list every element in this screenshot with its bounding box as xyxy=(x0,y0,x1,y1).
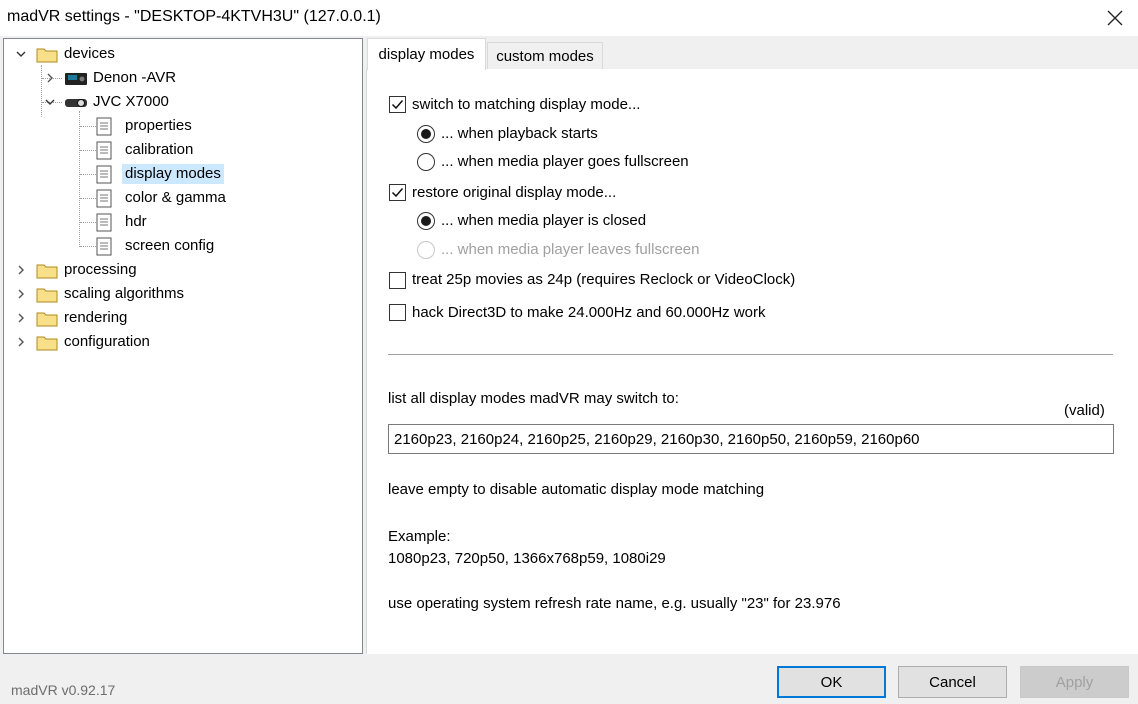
chevron-right-icon xyxy=(18,289,24,299)
modes-valid-indicator: (valid) xyxy=(1064,402,1105,419)
folder-icon xyxy=(36,310,58,327)
radio-dot xyxy=(421,129,431,139)
close-icon xyxy=(1107,10,1123,26)
page-icon xyxy=(96,141,112,160)
tree-label: scaling algorithms xyxy=(64,285,185,302)
modes-list-label: list all display modes madVR may switch … xyxy=(388,390,679,407)
treat-25p-checkbox[interactable] xyxy=(389,272,406,289)
avr-receiver-icon xyxy=(64,69,88,87)
chevron-right-icon xyxy=(47,73,53,83)
window-title: madVR settings - "DESKTOP-4KTVH3U" (127.… xyxy=(7,8,381,25)
tree-label: screen config xyxy=(125,237,215,254)
page-icon xyxy=(96,189,112,208)
page-icon xyxy=(96,237,112,256)
checkmark-icon xyxy=(391,100,404,110)
page-icon xyxy=(96,117,112,136)
tree-label: color & gamma xyxy=(125,189,226,206)
tree-item-screen-config[interactable]: screen config xyxy=(96,235,217,257)
expand-processing-toggle[interactable] xyxy=(15,264,27,276)
tree-item-calibration[interactable]: calibration xyxy=(96,139,196,161)
settings-tree[interactable]: devices Denon -AVR JVC X7000 properties … xyxy=(3,38,363,654)
tree-item-rendering[interactable]: rendering xyxy=(36,307,130,329)
refresh-rate-hint: use operating system refresh rate name, … xyxy=(388,595,841,612)
checkmark-icon xyxy=(391,188,404,198)
tree-label: Denon -AVR xyxy=(93,69,177,86)
expand-rendering-toggle[interactable] xyxy=(15,312,27,324)
chevron-down-icon xyxy=(45,99,55,105)
folder-icon xyxy=(36,262,58,279)
tree-item-jvc[interactable]: JVC X7000 xyxy=(64,91,172,113)
tree-label: JVC X7000 xyxy=(93,93,169,110)
chevron-down-icon xyxy=(16,51,26,57)
cancel-button[interactable]: Cancel xyxy=(898,666,1007,698)
folder-icon xyxy=(36,286,58,303)
when-fullscreen-radio[interactable] xyxy=(417,153,435,171)
switch-matching-checkbox[interactable] xyxy=(389,96,406,113)
tab-custom-modes[interactable]: custom modes xyxy=(487,42,603,70)
folder-icon xyxy=(36,46,58,63)
tree-item-hdr[interactable]: hdr xyxy=(96,211,150,233)
when-playback-starts-label: ... when playback starts xyxy=(441,125,598,142)
chevron-right-icon xyxy=(18,265,24,275)
tree-label: calibration xyxy=(125,141,194,158)
tree-label: devices xyxy=(64,45,115,62)
restore-original-checkbox[interactable] xyxy=(389,184,406,201)
tree-label: rendering xyxy=(64,309,128,326)
version-label: madVR v0.92.17 xyxy=(11,682,116,698)
restore-original-label: restore original display mode... xyxy=(412,184,617,201)
hack-d3d-checkbox[interactable] xyxy=(389,304,406,321)
tree-label: properties xyxy=(125,117,192,134)
tree-label: hdr xyxy=(125,213,147,230)
tree-item-devices[interactable]: devices xyxy=(36,43,118,65)
tree-label: display modes xyxy=(122,164,224,184)
tab-display-modes[interactable]: display modes xyxy=(367,38,486,70)
tree-item-color-gamma[interactable]: color & gamma xyxy=(96,187,229,209)
tree-item-processing[interactable]: processing xyxy=(36,259,140,281)
title-bar: madVR settings - "DESKTOP-4KTVH3U" (127.… xyxy=(0,0,1138,36)
page-icon xyxy=(96,213,112,232)
tree-item-scaling[interactable]: scaling algorithms xyxy=(36,283,187,305)
leave-empty-hint: leave empty to disable automatic display… xyxy=(388,481,765,498)
switch-matching-label: switch to matching display mode... xyxy=(412,96,641,113)
tree-label: configuration xyxy=(64,333,150,350)
projector-icon xyxy=(64,93,88,111)
expand-scaling-toggle[interactable] xyxy=(15,288,27,300)
when-playback-starts-radio[interactable] xyxy=(417,125,435,143)
tree-item-configuration[interactable]: configuration xyxy=(36,331,153,353)
tree-label: processing xyxy=(64,261,137,278)
when-fullscreen-label: ... when media player goes fullscreen xyxy=(441,153,689,170)
display-modes-input[interactable] xyxy=(388,424,1114,454)
tree-item-denon[interactable]: Denon -AVR xyxy=(64,67,179,89)
expand-devices-toggle[interactable] xyxy=(15,48,27,60)
radio-dot xyxy=(421,216,431,226)
page-icon xyxy=(96,165,112,184)
example-label: Example: xyxy=(388,528,451,545)
chevron-right-icon xyxy=(18,337,24,347)
expand-configuration-toggle[interactable] xyxy=(15,336,27,348)
when-leaves-fullscreen-label: ... when media player leaves fullscreen xyxy=(441,241,700,258)
close-button[interactable] xyxy=(1092,0,1138,36)
tree-item-display-modes[interactable]: display modes xyxy=(96,163,224,185)
when-closed-label: ... when media player is closed xyxy=(441,212,647,229)
when-closed-radio[interactable] xyxy=(417,212,435,230)
expand-denon-toggle[interactable] xyxy=(44,72,56,84)
section-divider xyxy=(388,354,1113,355)
apply-button[interactable]: Apply xyxy=(1020,666,1129,698)
folder-icon xyxy=(36,334,58,351)
when-leaves-fullscreen-radio[interactable] xyxy=(417,241,435,259)
chevron-right-icon xyxy=(18,313,24,323)
ok-button[interactable]: OK xyxy=(777,666,886,698)
expand-jvc-toggle[interactable] xyxy=(44,96,56,108)
example-value: 1080p23, 720p50, 1366x768p59, 1080i29 xyxy=(388,550,666,567)
tree-item-properties[interactable]: properties xyxy=(96,115,195,137)
treat-25p-label: treat 25p movies as 24p (requires Recloc… xyxy=(412,271,796,288)
hack-d3d-label: hack Direct3D to make 24.000Hz and 60.00… xyxy=(412,304,766,321)
